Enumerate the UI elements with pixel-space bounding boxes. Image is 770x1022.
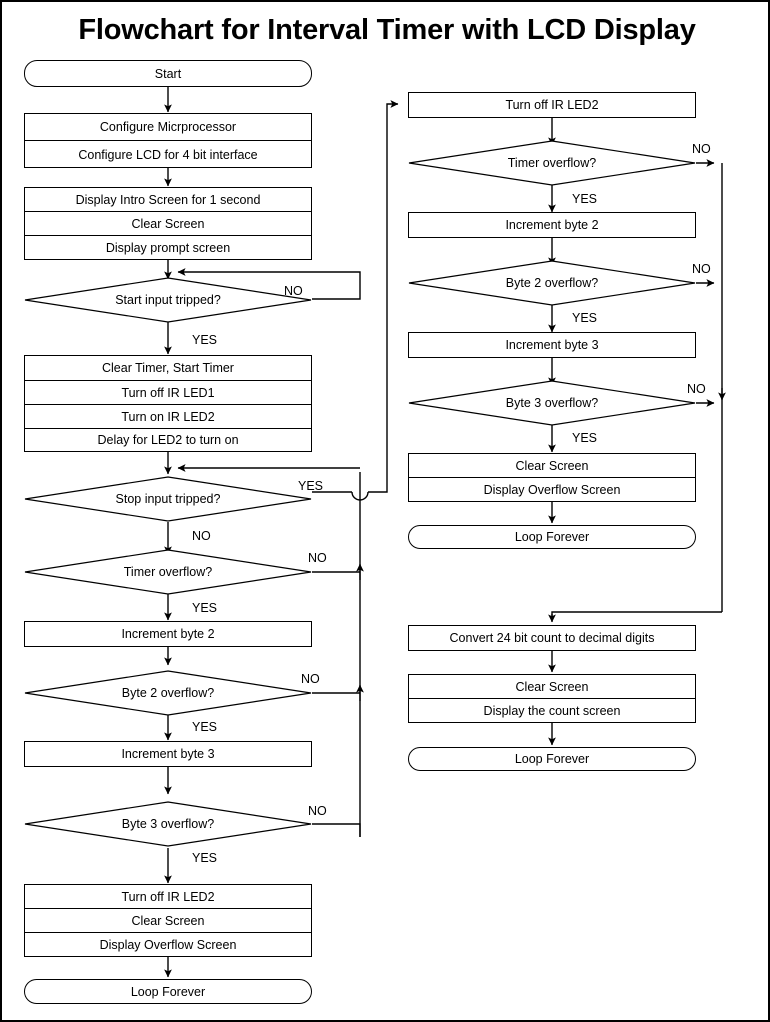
terminator-loop-forever-left-label: Loop Forever xyxy=(130,984,206,999)
terminator-start-label: Start xyxy=(154,66,182,81)
decision-byte3-overflow-left[interactable] xyxy=(24,801,312,847)
terminator-loop-forever-overflow[interactable]: Loop Forever xyxy=(408,525,696,549)
process-group-configure[interactable]: Configure Micrprocessor Configure LCD fo… xyxy=(24,113,312,168)
process-increment-byte3-right-label: Increment byte 3 xyxy=(505,337,599,352)
process-row-display-count[interactable]: Display the count screen xyxy=(409,699,695,723)
edge-label-byte2-overflow-right-yes: YES xyxy=(572,311,598,325)
process-row-clear-screen-overflow-right[interactable]: Clear Screen xyxy=(409,454,695,478)
process-turn-off-led2-right-label: Turn off IR LED2 xyxy=(505,97,599,112)
edge-label-byte2-overflow-left-no: NO xyxy=(301,672,320,686)
terminator-loop-forever-count-label: Loop Forever xyxy=(514,752,590,766)
process-row-display-overflow-left[interactable]: Display Overflow Screen xyxy=(25,933,311,956)
process-row-configure-lcd[interactable]: Configure LCD for 4 bit interface xyxy=(25,141,311,168)
edge-label-timer-overflow-right-yes: YES xyxy=(572,192,598,206)
process-row-turn-on-led2[interactable]: Turn on IR LED2 xyxy=(25,405,311,429)
process-increment-byte3-left[interactable]: Increment byte 3 xyxy=(24,741,312,767)
process-group-intro[interactable]: Display Intro Screen for 1 second Clear … xyxy=(24,187,312,260)
process-increment-byte2-right-label: Increment byte 2 xyxy=(505,217,599,232)
process-row-display-prompt[interactable]: Display prompt screen xyxy=(25,236,311,259)
edge-label-timer-overflow-left-yes: YES xyxy=(192,601,218,615)
process-row-turn-off-led1[interactable]: Turn off IR LED1 xyxy=(25,381,311,405)
edge-label-start-input-no: NO xyxy=(284,284,303,298)
decision-stop-input[interactable] xyxy=(24,476,312,522)
process-row-turn-off-led2-left[interactable]: Turn off IR LED2 xyxy=(25,885,311,909)
terminator-loop-forever-count[interactable]: Loop Forever xyxy=(408,747,696,771)
process-turn-off-led2-right[interactable]: Turn off IR LED2 xyxy=(408,92,696,118)
edge-label-stop-input-yes: YES xyxy=(298,479,324,493)
edge-label-byte3-overflow-left-no: NO xyxy=(308,804,327,818)
decision-byte2-overflow-right[interactable] xyxy=(408,260,696,306)
process-group-timer-setup[interactable]: Clear Timer, Start Timer Turn off IR LED… xyxy=(24,355,312,452)
process-increment-byte2-right[interactable]: Increment byte 2 xyxy=(408,212,696,238)
process-group-display-count[interactable]: Clear Screen Display the count screen xyxy=(408,674,696,723)
process-convert-count-label: Convert 24 bit count to decimal digits xyxy=(449,630,655,645)
edge-label-timer-overflow-left-no: NO xyxy=(308,551,327,565)
process-group-overflow-right[interactable]: Clear Screen Display Overflow Screen xyxy=(408,453,696,502)
process-row-configure-micro[interactable]: Configure Micrprocessor xyxy=(25,114,311,141)
edge-label-byte2-overflow-left-yes: YES xyxy=(192,720,218,734)
edge-label-stop-input-no: NO xyxy=(192,529,211,543)
process-increment-byte3-left-label: Increment byte 3 xyxy=(121,746,215,761)
edge-label-byte2-overflow-right-no: NO xyxy=(692,262,711,276)
terminator-start[interactable]: Start xyxy=(24,60,312,87)
process-convert-count[interactable]: Convert 24 bit count to decimal digits xyxy=(408,625,696,651)
process-row-clear-screen-count[interactable]: Clear Screen xyxy=(409,675,695,699)
decision-timer-overflow-right[interactable] xyxy=(408,140,696,186)
process-group-overflow-left[interactable]: Turn off IR LED2 Clear Screen Display Ov… xyxy=(24,884,312,957)
terminator-loop-forever-left[interactable]: Loop Forever xyxy=(24,979,312,1004)
process-row-clear-screen[interactable]: Clear Screen xyxy=(25,212,311,236)
process-row-display-overflow-right[interactable]: Display Overflow Screen xyxy=(409,478,695,502)
process-increment-byte2-left-label: Increment byte 2 xyxy=(121,626,215,641)
decision-byte2-overflow-left[interactable] xyxy=(24,670,312,716)
edge-label-byte3-overflow-left-yes: YES xyxy=(192,851,218,865)
page-title: Flowchart for Interval Timer with LCD Di… xyxy=(78,14,696,46)
flowchart-canvas: Flowchart for Interval Timer with LCD Di… xyxy=(0,0,770,1022)
edge-label-byte3-overflow-right-yes: YES xyxy=(572,431,598,445)
decision-start-input[interactable] xyxy=(24,277,312,323)
edge-label-byte3-overflow-right-no: NO xyxy=(687,382,706,396)
terminator-loop-forever-overflow-label: Loop Forever xyxy=(514,530,590,544)
decision-byte3-overflow-right[interactable] xyxy=(408,380,696,426)
process-row-clear-screen-overflow-left[interactable]: Clear Screen xyxy=(25,909,311,933)
decision-timer-overflow-left[interactable] xyxy=(24,549,312,595)
process-increment-byte2-left[interactable]: Increment byte 2 xyxy=(24,621,312,647)
process-row-display-intro[interactable]: Display Intro Screen for 1 second xyxy=(25,188,311,212)
process-increment-byte3-right[interactable]: Increment byte 3 xyxy=(408,332,696,358)
process-row-clear-start-timer[interactable]: Clear Timer, Start Timer xyxy=(25,356,311,381)
edge-label-start-input-yes: YES xyxy=(192,333,218,347)
edge-label-timer-overflow-right-no: NO xyxy=(692,142,711,156)
process-row-delay-led2[interactable]: Delay for LED2 to turn on xyxy=(25,429,311,451)
